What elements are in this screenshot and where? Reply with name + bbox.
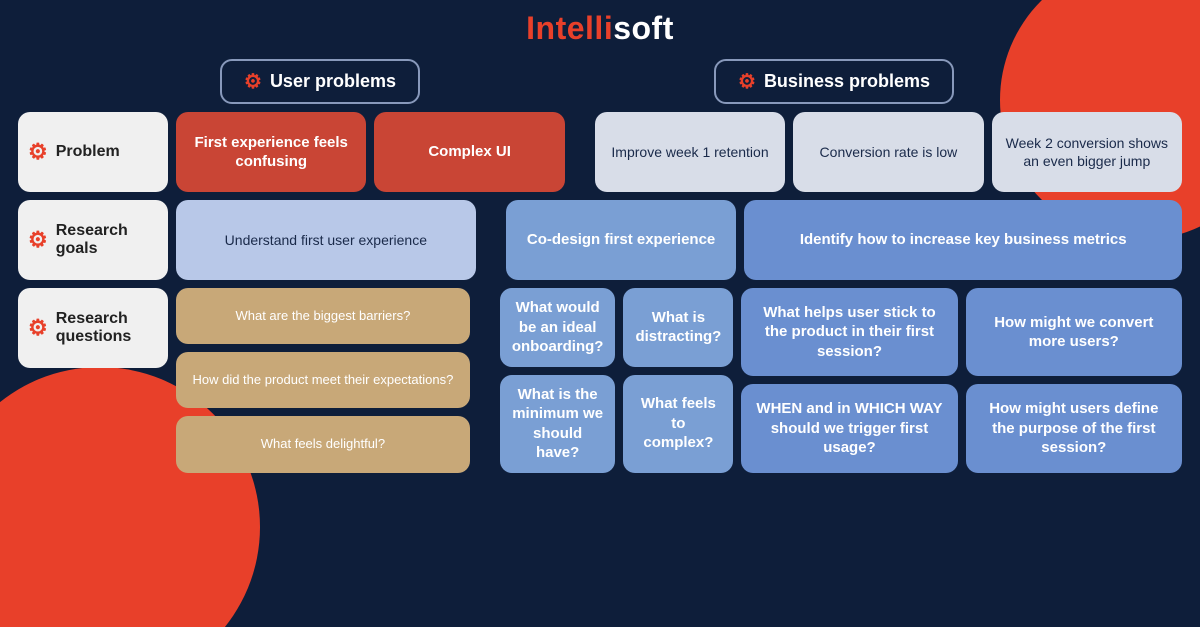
user-q3: What feels delightful? [176, 416, 470, 472]
problem-user-card-2: Complex UI [374, 112, 564, 192]
user-category-label: User problems [270, 71, 396, 92]
business-problems-header-wrap: ⚙ Business problems [486, 59, 1182, 104]
research-goals-cells: Understand first user experience Co-desi… [176, 200, 1182, 280]
research-questions-label: ⚙ Research questions [18, 288, 168, 368]
header: Intellisoft [18, 10, 1182, 47]
mid-q3: What is the minimum we should have? [500, 375, 616, 473]
research-goals-label-wrap: ⚙ Research goals [18, 200, 168, 280]
research-questions-row: ⚙ Research questions What are the bigges… [18, 288, 1182, 473]
mid-q1: What would be an ideal onboarding? [500, 288, 616, 367]
problem-row: ⚙ Problem First experience feels confusi… [18, 112, 1182, 192]
mid-q2: What is distracting? [623, 288, 733, 367]
problem-label-wrap: ⚙ Problem [18, 112, 168, 192]
gear-icon-problem: ⚙ [28, 139, 48, 165]
research-goals-label-text: Research goals [56, 222, 158, 258]
category-headers: ⚙ User problems ⚙ Business problems [176, 59, 1182, 104]
problem-cells: First experience feels confusing Complex… [176, 112, 1182, 192]
problem-business-card-3: Week 2 conversion shows an even bigger j… [992, 112, 1182, 192]
research-questions-cells: What are the biggest barriers? How did t… [176, 288, 1182, 473]
research-goals-user-card: Understand first user experience [176, 200, 476, 280]
biz-q2: How might we convert more users? [966, 288, 1182, 376]
title-intelli: Intelli [526, 10, 613, 46]
business-problems-category: ⚙ Business problems [714, 59, 954, 104]
user-q1: What are the biggest barriers? [176, 288, 470, 344]
research-questions-label-wrap: ⚙ Research questions [18, 288, 168, 473]
section-divider-2 [484, 200, 498, 280]
research-questions-label-text: Research questions [56, 310, 158, 346]
page-content: Intellisoft ⚙ User problems ⚙ Business p… [0, 0, 1200, 491]
problem-business-card-1: Improve week 1 retention [595, 112, 785, 192]
user-problems-header-wrap: ⚙ User problems [176, 59, 464, 104]
problem-business-card-2: Conversion rate is low [793, 112, 983, 192]
research-goals-row: ⚙ Research goals Understand first user e… [18, 200, 1182, 280]
problem-label-text: Problem [56, 143, 120, 161]
biz-q1: What helps user stick to the product in … [741, 288, 957, 376]
business-questions-grid: What helps user stick to the product in … [741, 288, 1182, 473]
gear-icon-user: ⚙ [244, 69, 262, 94]
title-soft: soft [613, 10, 674, 46]
biz-q4: How might users define the purpose of th… [966, 384, 1182, 472]
user-questions-col: What are the biggest barriers? How did t… [176, 288, 470, 473]
research-goals-label: ⚙ Research goals [18, 200, 168, 280]
research-goals-mid-card: Co-design first experience [506, 200, 737, 280]
research-goals-business-card: Identify how to increase key business me… [744, 200, 1182, 280]
section-divider-1 [573, 112, 587, 192]
biz-q3: WHEN and in WHICH WAY should we trigger … [741, 384, 957, 472]
gear-icon-questions: ⚙ [28, 315, 48, 341]
mid-questions-grid: What would be an ideal onboarding? What … [500, 288, 733, 473]
gear-icon-business: ⚙ [738, 69, 756, 94]
problem-user-card-1: First experience feels confusing [176, 112, 366, 192]
mid-q4: What feels to complex? [623, 375, 733, 473]
business-category-label: Business problems [764, 71, 930, 92]
gear-icon-goals: ⚙ [28, 227, 48, 253]
user-q2: How did the product meet their expectati… [176, 352, 470, 408]
user-problems-category: ⚙ User problems [220, 59, 420, 104]
main-background: Intellisoft ⚙ User problems ⚙ Business p… [0, 0, 1200, 627]
section-divider-3 [478, 288, 492, 473]
problem-label: ⚙ Problem [18, 112, 168, 192]
app-title: Intellisoft [18, 10, 1182, 47]
